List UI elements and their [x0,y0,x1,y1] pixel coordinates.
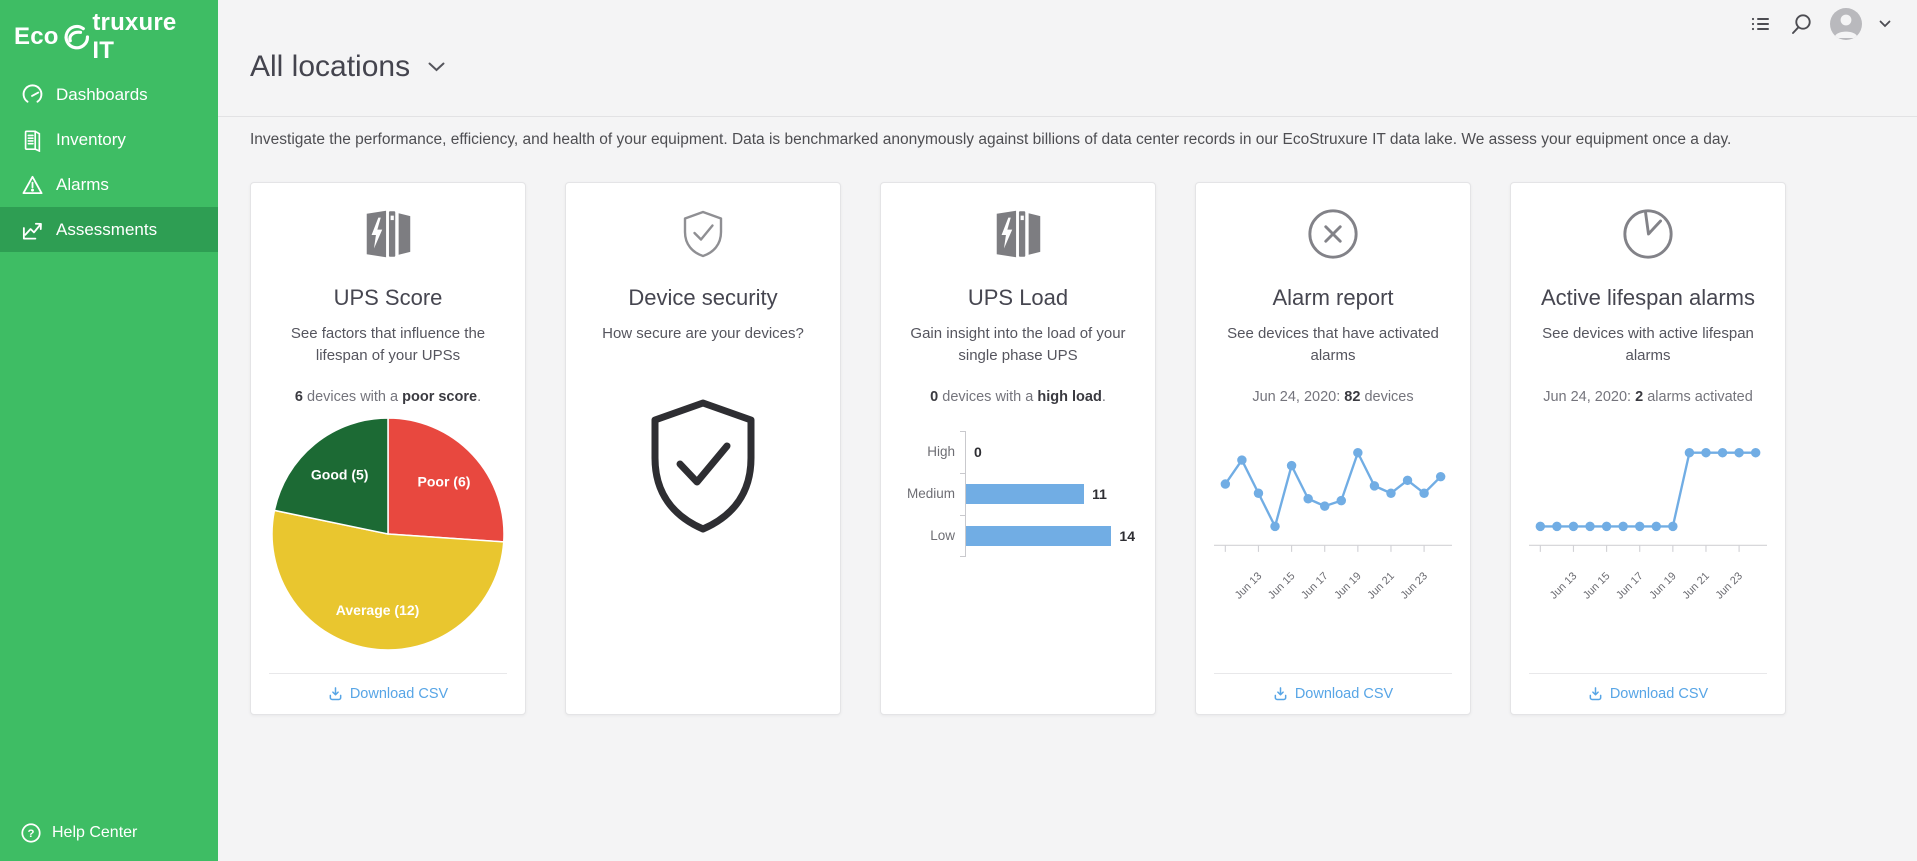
clock-icon [1621,205,1675,263]
card-active-lifespan-alarms[interactable]: Active lifespan alarms See devices with … [1510,182,1786,715]
topbar-icons [1748,8,1891,40]
download-csv-label: Download CSV [350,686,448,702]
svg-text:Jun 13: Jun 13 [1548,570,1580,602]
bar-row: Low14 [901,515,1135,557]
svg-text:Jun 23: Jun 23 [1398,570,1430,602]
chevron-down-icon[interactable] [1879,20,1891,28]
chevron-down-icon [428,62,445,72]
ecostruxure-s-icon [61,22,91,52]
download-icon [328,686,343,702]
download-csv-label: Download CSV [1295,686,1393,702]
alarm-report-line-chart: Jun 13Jun 15Jun 17Jun 19Jun 21Jun 23 [1214,427,1452,605]
alarm-triangle-icon [20,173,44,197]
logo-text-truxure: truxure IT [92,9,204,65]
lifespan-alarms-line-chart: Jun 13Jun 15Jun 17Jun 19Jun 21Jun 23 [1529,427,1767,605]
svg-text:Poor (6): Poor (6) [418,473,471,489]
sidebar-item-assessments[interactable]: Assessments [0,207,218,252]
svg-text:Average (12): Average (12) [336,601,420,617]
sidebar-item-inventory[interactable]: Inventory [0,117,218,162]
svg-text:Jun 21: Jun 21 [1680,570,1712,602]
sidebar-item-label: Dashboards [56,85,148,105]
download-csv-label: Download CSV [1610,686,1708,702]
card-ups-load[interactable]: UPS Load Gain insight into the load of y… [880,182,1156,715]
download-icon [1588,686,1603,702]
location-title: All locations [250,50,410,84]
sidebar-item-label: Assessments [56,220,157,240]
help-center-link[interactable]: ? Help Center [0,810,218,855]
card-description: Gain insight into the load of your singl… [901,323,1135,367]
bar-row: Medium11 [901,473,1135,515]
sidebar-item-alarms[interactable]: Alarms [0,162,218,207]
card-stat: 0 devices with a high load. [930,389,1106,405]
shield-check-illustration [584,397,822,537]
main-content: All locations Investigate the performanc… [218,0,1917,861]
search-icon[interactable] [1789,12,1813,36]
ups-icon [359,205,417,263]
card-stat: 6 devices with a poor score. [295,389,481,405]
logo-text-eco: Eco [14,23,59,51]
list-icon[interactable] [1748,12,1772,36]
card-description: See factors that influence the lifespan … [271,323,505,367]
ups-score-pie-chart: Poor (6) Average (12) Good (5) [269,415,507,653]
bar-row: High0 [901,431,1135,473]
card-title: UPS Score [334,285,443,311]
sidebar-nav: Dashboards Inventory Alarms Assessments [0,72,218,252]
download-csv-link[interactable]: Download CSV [1214,673,1452,714]
svg-text:Jun 19: Jun 19 [1647,570,1679,602]
card-title: Device security [628,285,777,311]
card-description: How secure are your devices? [602,323,804,345]
circle-x-icon [1306,205,1360,263]
download-icon [1273,686,1288,702]
avatar[interactable] [1830,8,1862,40]
svg-text:Jun 15: Jun 15 [1266,570,1298,602]
location-selector[interactable]: All locations [250,50,445,84]
card-description: See devices that have activated alarms [1216,323,1450,367]
inventory-icon [20,128,44,152]
card-description: See devices with active lifespan alarms [1531,323,1765,367]
svg-text:?: ? [28,828,35,840]
download-csv-link[interactable]: Download CSV [269,673,507,714]
ups-icon [989,205,1047,263]
svg-text:Jun 17: Jun 17 [1614,570,1646,602]
svg-text:Jun 15: Jun 15 [1581,570,1613,602]
svg-text:Jun 21: Jun 21 [1365,570,1397,602]
sidebar-item-dashboards[interactable]: Dashboards [0,72,218,117]
page-description: Investigate the performance, efficiency,… [250,131,1885,149]
trend-chart-icon [20,218,44,242]
assessment-cards: UPS Score See factors that influence the… [250,182,1885,715]
card-device-security[interactable]: Device security How secure are your devi… [565,182,841,715]
sidebar: Eco truxure IT Dashboards Inventory Alarm… [0,0,218,861]
card-ups-score[interactable]: UPS Score See factors that influence the… [250,182,526,715]
app-root: Eco truxure IT Dashboards Inventory Alarm… [0,0,1917,861]
download-csv-link[interactable]: Download CSV [1529,673,1767,714]
help-icon: ? [20,822,42,844]
page-header: All locations [218,0,1917,117]
sidebar-item-label: Alarms [56,175,109,195]
card-stat: Jun 24, 2020: 2 alarms activated [1543,389,1753,405]
gauge-icon [20,83,44,107]
svg-text:Jun 23: Jun 23 [1713,570,1745,602]
svg-text:Jun 17: Jun 17 [1299,570,1331,602]
card-title: UPS Load [968,285,1068,311]
help-center-label: Help Center [52,824,137,842]
svg-text:Jun 19: Jun 19 [1332,570,1364,602]
card-stat: Jun 24, 2020: 82 devices [1252,389,1413,405]
sidebar-item-label: Inventory [56,130,126,150]
ecostruxure-logo: Eco truxure IT [0,0,218,62]
svg-text:Jun 13: Jun 13 [1233,570,1265,602]
shield-check-icon [680,205,726,263]
svg-text:Good (5): Good (5) [311,466,369,482]
card-title: Alarm report [1272,285,1393,311]
card-title: Active lifespan alarms [1541,285,1755,311]
card-alarm-report[interactable]: Alarm report See devices that have activ… [1195,182,1471,715]
ups-load-bar-chart: High0Medium11Low14 [899,431,1137,557]
